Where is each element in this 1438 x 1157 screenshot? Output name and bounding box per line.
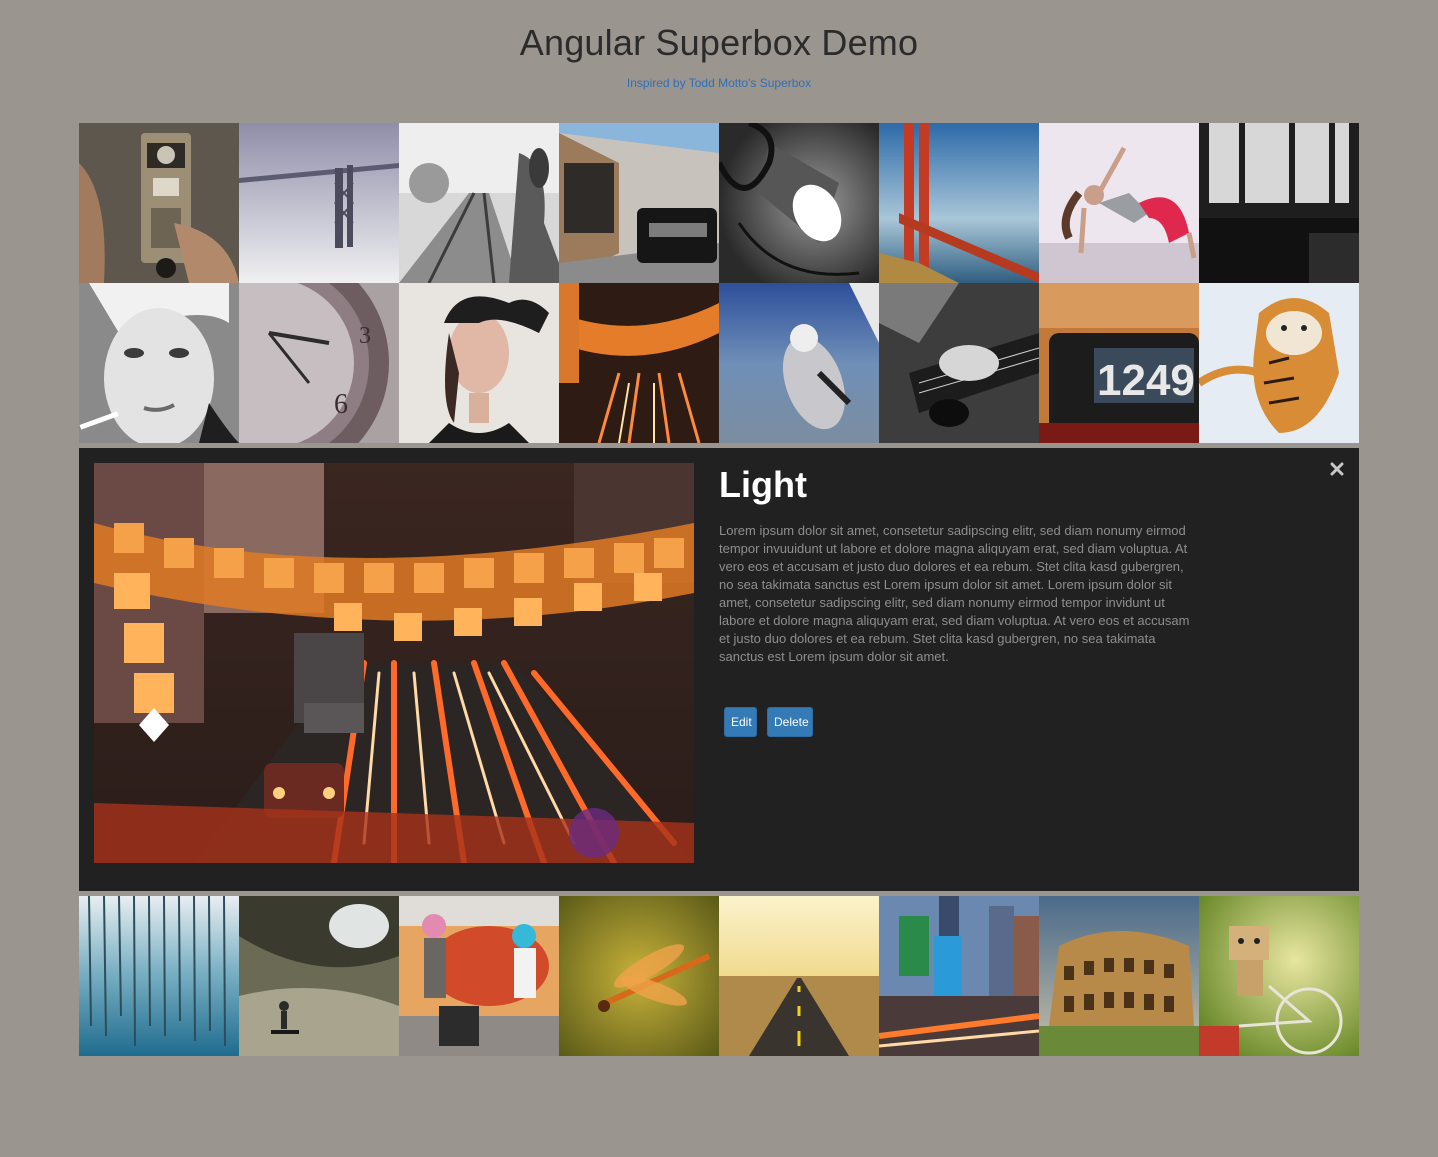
- desk-lamp-photo: [719, 123, 879, 283]
- vintage-camera-photo: [79, 123, 239, 283]
- gallery-row-3: [79, 896, 1359, 1056]
- tiger-photo: [1199, 283, 1359, 443]
- svg-text:6: 6: [334, 389, 348, 420]
- gallery-thumb-city-lanterns[interactable]: [559, 283, 719, 443]
- gallery-thumb-foggy-bridge[interactable]: [239, 123, 399, 283]
- gallery-thumb-vintage-camera[interactable]: [79, 123, 239, 283]
- skateboarder-photo: [239, 896, 399, 1056]
- gallery-thumb-flip-clock[interactable]: 1249: [1039, 283, 1199, 443]
- golden-gate-bridge-photo: [879, 123, 1039, 283]
- gallery-thumb-woman-hat[interactable]: [399, 283, 559, 443]
- gallery-thumb-golden-gate[interactable]: [879, 123, 1039, 283]
- edit-button[interactable]: Edit: [724, 707, 757, 737]
- gallery-thumb-woman-smoking[interactable]: [79, 283, 239, 443]
- gallery-thumb-colorful-kids[interactable]: [399, 896, 559, 1056]
- detail-image: [94, 463, 694, 863]
- gallery-thumb-tiger[interactable]: [1199, 283, 1359, 443]
- gallery-thumb-skydiver[interactable]: [719, 283, 879, 443]
- superbox-detail-panel: Light Lorem ipsum dolor sit amet, conset…: [79, 448, 1359, 891]
- gallery-thumb-skateboarder[interactable]: [239, 896, 399, 1056]
- superbox-credit-link[interactable]: Inspired by Todd Motto's Superbox: [0, 76, 1438, 90]
- gallery-thumb-clock[interactable]: 6 3: [239, 283, 399, 443]
- gallery-thumb-danbo[interactable]: [1199, 896, 1359, 1056]
- detail-title: Light: [719, 464, 807, 505]
- close-icon[interactable]: [1330, 462, 1344, 476]
- gallery-row-1: [79, 123, 1359, 283]
- dancer-photo: [1039, 123, 1199, 283]
- city-lanterns-photo: [559, 283, 719, 443]
- gallery-thumb-guitar[interactable]: [879, 283, 1039, 443]
- range-rover-photo: [559, 123, 719, 283]
- gallery-thumb-dragonfly[interactable]: [559, 896, 719, 1056]
- svg-text:1249: 1249: [1097, 356, 1195, 405]
- svg-text:3: 3: [359, 323, 371, 349]
- flip-clock-photo: 1249: [1039, 283, 1199, 443]
- gallery-thumb-range-rover[interactable]: [559, 123, 719, 283]
- times-square-photo: [879, 896, 1039, 1056]
- colorful-kids-photo: [399, 896, 559, 1056]
- desert-road-photo: [719, 896, 879, 1056]
- gallery-thumb-blue-pond[interactable]: [79, 896, 239, 1056]
- detail-description: Lorem ipsum dolor sit amet, consetetur s…: [719, 523, 1190, 664]
- foggy-bridge-photo: [239, 123, 399, 283]
- gallery-row-2: 6 3 1249: [79, 283, 1359, 443]
- gallery-thumb-colosseum[interactable]: [1039, 896, 1199, 1056]
- woman-smoking-photo: [79, 283, 239, 443]
- gallery-thumb-times-square[interactable]: [879, 896, 1039, 1056]
- gallery-thumb-cafe-chairs[interactable]: [1199, 123, 1359, 283]
- danbo-bicycle-photo: [1199, 896, 1359, 1056]
- gallery-thumb-dancer[interactable]: [1039, 123, 1199, 283]
- colosseum-photo: [1039, 896, 1199, 1056]
- gallery-thumb-desk-lamp[interactable]: [719, 123, 879, 283]
- railroad-tracks-photo: [399, 123, 559, 283]
- gallery-thumb-railroad[interactable]: [399, 123, 559, 283]
- page-title: Angular Superbox Demo: [519, 22, 919, 63]
- clock-photo: 6 3: [239, 283, 399, 443]
- guitar-player-photo: [879, 283, 1039, 443]
- woman-with-hat-photo: [399, 283, 559, 443]
- delete-button[interactable]: Delete: [767, 707, 813, 737]
- gallery-thumb-desert-road[interactable]: [719, 896, 879, 1056]
- cafe-chairs-photo: [1199, 123, 1359, 283]
- dragonfly-photo: [559, 896, 719, 1056]
- blue-pond-photo: [79, 896, 239, 1056]
- skydiver-photo: [719, 283, 879, 443]
- city-lanterns-photo-large: [94, 463, 694, 863]
